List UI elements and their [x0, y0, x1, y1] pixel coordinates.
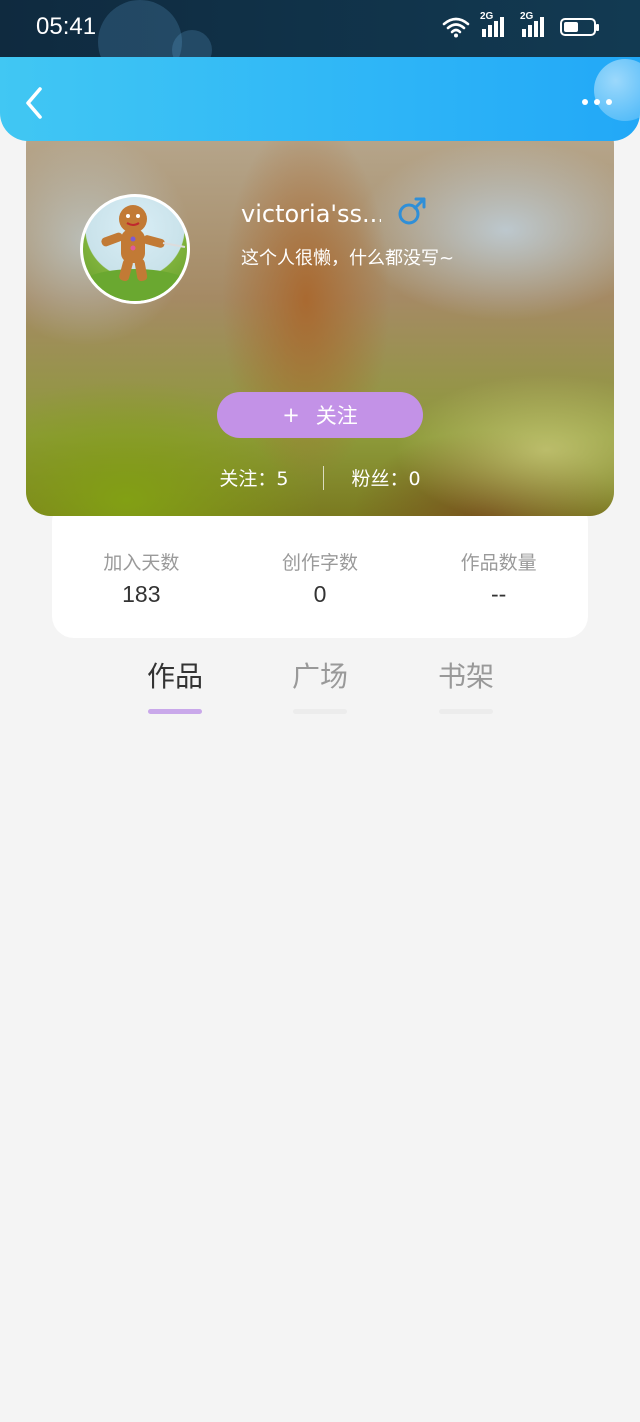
following-count[interactable]: 关注：5 [219, 464, 288, 491]
divider [322, 465, 324, 490]
stat-value: -- [491, 581, 507, 607]
stat-label: 加入天数 [103, 552, 180, 574]
stat-value: 183 [122, 581, 161, 607]
follow-button[interactable]: + 关注 [217, 392, 423, 438]
followers-count[interactable]: 粉丝：0 [352, 464, 421, 491]
plus-icon: + [282, 403, 300, 427]
male-icon [398, 197, 426, 225]
signal-icon: 2G [480, 11, 510, 39]
tab-label: 书架 [437, 660, 494, 693]
chevron-left-icon[interactable] [22, 85, 48, 121]
user-bio: 这个人很懒，什么都没写~ [241, 248, 455, 269]
tab-underline [439, 709, 493, 714]
tab-label: 作品 [146, 660, 203, 693]
tab-works[interactable]: 作品 [130, 655, 220, 714]
tab-underline [148, 709, 202, 714]
status-icons: 2G 2G [442, 11, 599, 39]
follow-stats: 关注：5 粉丝：0 [26, 464, 614, 491]
gingerbread-man-image [83, 205, 187, 301]
tab-square[interactable]: 广场 [275, 655, 365, 714]
avatar[interactable] [80, 194, 190, 304]
signal-icon: 2G [520, 11, 550, 39]
stat-works-count: 作品数量 -- [409, 548, 588, 638]
battery-icon [560, 18, 599, 36]
follow-button-label: 关注 [315, 404, 358, 428]
status-time: 05:41 [36, 13, 97, 40]
stat-word-count: 创作字数 0 [231, 548, 410, 638]
user-name: victoria'ss... [241, 200, 381, 228]
stat-label: 作品数量 [460, 552, 537, 574]
stat-label: 创作字数 [282, 552, 359, 574]
profile-card: victoria'ss... 这个人很懒，什么都没写~ + 关注 关注：5 粉丝… [26, 120, 614, 516]
tab-underline [293, 709, 347, 714]
wifi-icon [442, 17, 470, 38]
more-horizontal-icon[interactable] [582, 99, 612, 105]
tab-label: 广场 [291, 660, 348, 693]
top-navigation-bar [0, 57, 640, 141]
stat-value: 0 [313, 581, 327, 607]
stat-days-joined: 加入天数 183 [52, 548, 231, 638]
status-bar: 05:41 2G 2G [0, 0, 640, 58]
stats-card: 加入天数 183 创作字数 0 作品数量 -- [52, 500, 588, 638]
tab-bookshelf[interactable]: 书架 [421, 655, 511, 714]
content-tabs: 作品 广场 书架 [0, 655, 640, 715]
